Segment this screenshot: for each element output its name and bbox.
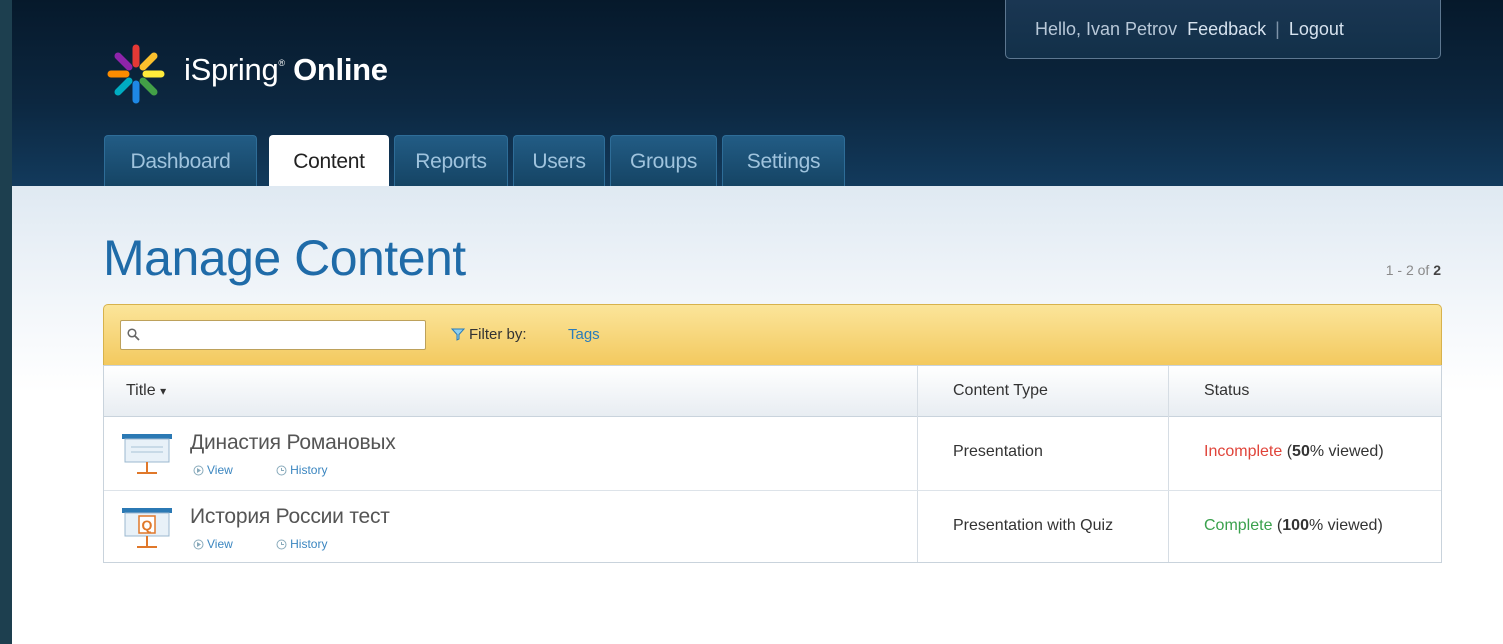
column-content-type: Content Type [953, 382, 1048, 399]
presentation-icon [122, 434, 172, 474]
status-incomplete: Incomplete [1204, 443, 1283, 460]
status-cell: Incomplete (50% viewed) [1204, 443, 1384, 460]
view-icon [193, 539, 204, 550]
filter-bar: Filter by: Tags [103, 304, 1442, 365]
search-input[interactable] [147, 322, 425, 350]
filter-icon [450, 328, 466, 341]
user-menu: Hello, Ivan Petrov Feedback | Logout [1005, 0, 1441, 59]
svg-text:Q: Q [142, 517, 153, 533]
feedback-link[interactable]: Feedback [1187, 19, 1266, 39]
logo: iSpring® Online [104, 42, 444, 106]
history-link[interactable]: History [276, 463, 347, 477]
app-frame: iSpring® Online Hello, Ivan Petrov Feedb… [12, 0, 1503, 644]
page-title: Manage Content [103, 230, 466, 286]
status-complete: Complete [1204, 517, 1273, 534]
tab-settings[interactable]: Settings [722, 135, 845, 186]
status-cell: Complete (100% viewed) [1204, 517, 1383, 534]
sort-desc-icon: ▾ [160, 384, 167, 398]
view-link[interactable]: View [193, 537, 253, 551]
tab-dashboard[interactable]: Dashboard [104, 135, 257, 186]
tab-groups[interactable]: Groups [610, 135, 717, 186]
table-row: Династия Романовых View History Presenta… [104, 417, 1441, 491]
logout-link[interactable]: Logout [1289, 19, 1344, 39]
view-icon [193, 465, 204, 476]
tab-users[interactable]: Users [513, 135, 605, 186]
row-actions: View History [193, 537, 367, 551]
search-box [120, 320, 426, 350]
table-row: Q История России тест View History Prese… [104, 491, 1441, 564]
history-icon [276, 465, 287, 476]
ispring-logo-icon [107, 44, 165, 104]
separator: | [1275, 19, 1280, 39]
greeting-text: Hello, Ivan Petrov [1035, 19, 1178, 39]
history-link[interactable]: History [276, 537, 347, 551]
view-link[interactable]: View [193, 463, 253, 477]
tab-reports[interactable]: Reports [394, 135, 508, 186]
pager-info: 1 - 2 of 2 [1385, 262, 1441, 278]
history-icon [276, 539, 287, 550]
content-title-link[interactable]: Династия Романовых [190, 431, 396, 455]
column-status: Status [1204, 382, 1250, 399]
tags-filter-link[interactable]: Tags [568, 326, 600, 343]
content-type-cell: Presentation [953, 443, 1043, 460]
column-title[interactable]: Title ▾ [126, 366, 166, 416]
table-header: Title ▾ Content Type Status [104, 366, 1441, 417]
filter-by: Filter by: [450, 326, 527, 343]
content-title-link[interactable]: История России тест [190, 505, 390, 529]
logo-text: iSpring® Online [184, 52, 388, 87]
quiz-presentation-icon: Q [122, 508, 172, 548]
search-icon [127, 328, 140, 341]
header-bar: iSpring® Online Hello, Ivan Petrov Feedb… [12, 0, 1503, 186]
content-type-cell: Presentation with Quiz [953, 517, 1114, 534]
tab-content[interactable]: Content [269, 135, 389, 186]
content-table: Title ▾ Content Type Status Династия Ром… [103, 365, 1442, 563]
row-actions: View History [193, 463, 367, 477]
